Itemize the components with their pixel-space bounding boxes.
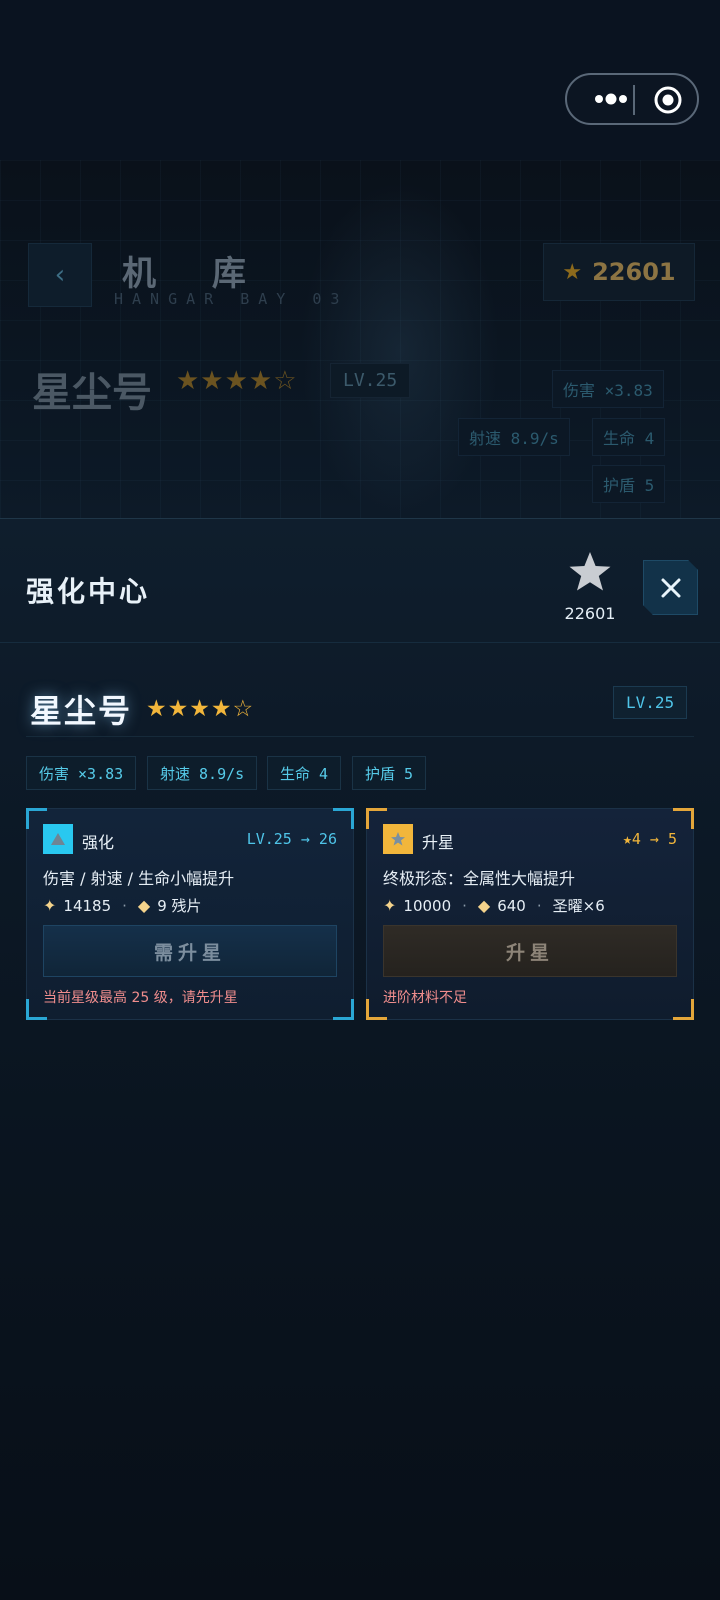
star-up-cost: ✦ 10000 · ◆ 640 · 圣曜×6 [383, 895, 605, 916]
star-icon: ★ [562, 259, 583, 285]
upgrade-warning: 当前星级最高 25 级，请先升星 [43, 990, 238, 1006]
upgrade-label: 强化 [82, 833, 115, 852]
hangar-ship-name: 星尘号 [32, 370, 152, 416]
hangar-stat-shield: 护盾 5 [592, 465, 666, 503]
hangar-title: 机 库 [122, 254, 268, 294]
cost-separator: · [462, 896, 467, 915]
hangar-stat-fire-rate: 射速 8.9/s [458, 418, 570, 456]
upgrade-cost-coins: 14185 [63, 896, 112, 915]
back-button[interactable]: ‹ [28, 243, 92, 307]
mini-program-capsule [565, 73, 699, 125]
star-up-cost-coins: 10000 [403, 896, 452, 915]
hangar-ship-level: LV.25 [330, 363, 411, 398]
card-corner [333, 999, 354, 1020]
upgrade-level-change: LV.25 → 26 [246, 830, 337, 848]
ship-header: 星尘号 ★★★★☆ [30, 686, 253, 732]
upgrade-cost-shards: 9 残片 [157, 897, 202, 915]
card-corner [673, 999, 694, 1020]
close-icon [661, 578, 680, 597]
star-up-cost-shards: 640 [497, 896, 526, 915]
sheet-coin-value: 22601 [564, 604, 616, 623]
hangar-coin-value: 22601 [592, 258, 676, 286]
hangar-coin-counter: ★ 22601 [543, 243, 695, 301]
more-icon[interactable] [587, 87, 635, 111]
hangar-stat-hp: 生命 4 [592, 418, 666, 456]
ship-name: 星尘号 [30, 692, 133, 730]
star-up-label: 升星 [422, 833, 455, 852]
upgrade-description: 伤害 / 射速 / 生命小幅提升 [43, 869, 235, 888]
hangar-background: ‹ 机 库 HANGAR BAY 03 ★ 22601 星尘号 ★★★★☆ LV… [0, 160, 720, 520]
header-divider [0, 642, 720, 643]
capsule-divider [633, 85, 635, 115]
stat-chip-fire-rate: 射速 8.9/s [147, 756, 258, 790]
stat-chip-hp: 生命 4 [267, 756, 342, 790]
hangar-subtitle: HANGAR BAY 03 [114, 290, 349, 308]
star-up-warning: 进阶材料不足 [383, 990, 467, 1006]
hangar-ship-stars: ★★★★☆ [176, 366, 298, 396]
close-mini-program-icon[interactable] [653, 85, 683, 115]
upgrade-cost: ✦ 14185 · ◆ 9 残片 [43, 895, 202, 916]
stat-chip-shield: 护盾 5 [352, 756, 427, 790]
sheet-title: 强化中心 [26, 575, 151, 608]
stat-chip-damage: 伤害 ×3.83 [26, 756, 137, 790]
hangar-light [300, 180, 500, 520]
stats-divider [26, 736, 694, 737]
card-corner [673, 808, 694, 829]
cost-separator: · [536, 896, 542, 915]
ship-level-badge: LV.25 [613, 686, 688, 719]
star-up-icon [383, 824, 413, 854]
star-up-cost-extra: 圣曜×6 [552, 897, 605, 915]
hangar-stat-damage: 伤害 ×3.83 [552, 370, 664, 408]
shard-diamond-icon: ◆ [137, 896, 151, 915]
cost-separator: · [122, 896, 127, 915]
star-currency-icon [569, 552, 611, 591]
enhancement-sheet: 强化中心 22601 星尘号 ★★★★☆ LV.25 伤害 ×3.83 射速 8… [0, 518, 720, 1600]
star-up-card: 升星 ★4 → 5 终极形态：全属性大幅提升 ✦ 10000 · ◆ 640 ·… [366, 808, 694, 1020]
ship-star-rating: ★★★★☆ [146, 696, 255, 722]
upgrade-button[interactable]: 需升星 [43, 925, 337, 977]
upgrade-arrow-icon [43, 824, 73, 854]
top-bar [0, 0, 720, 160]
star-up-description: 终极形态：全属性大幅提升 [383, 869, 576, 888]
upgrade-card: 强化 LV.25 → 26 伤害 / 射速 / 生命小幅提升 ✦ 14185 ·… [26, 808, 354, 1020]
shard-diamond-icon: ◆ [477, 896, 491, 915]
star-up-level-change: ★4 → 5 [622, 830, 677, 848]
coin-sparkle-icon: ✦ [43, 896, 57, 915]
star-up-button[interactable]: 升星 [383, 925, 677, 977]
close-button[interactable] [643, 560, 698, 615]
card-corner [333, 808, 354, 829]
coin-sparkle-icon: ✦ [383, 896, 397, 915]
